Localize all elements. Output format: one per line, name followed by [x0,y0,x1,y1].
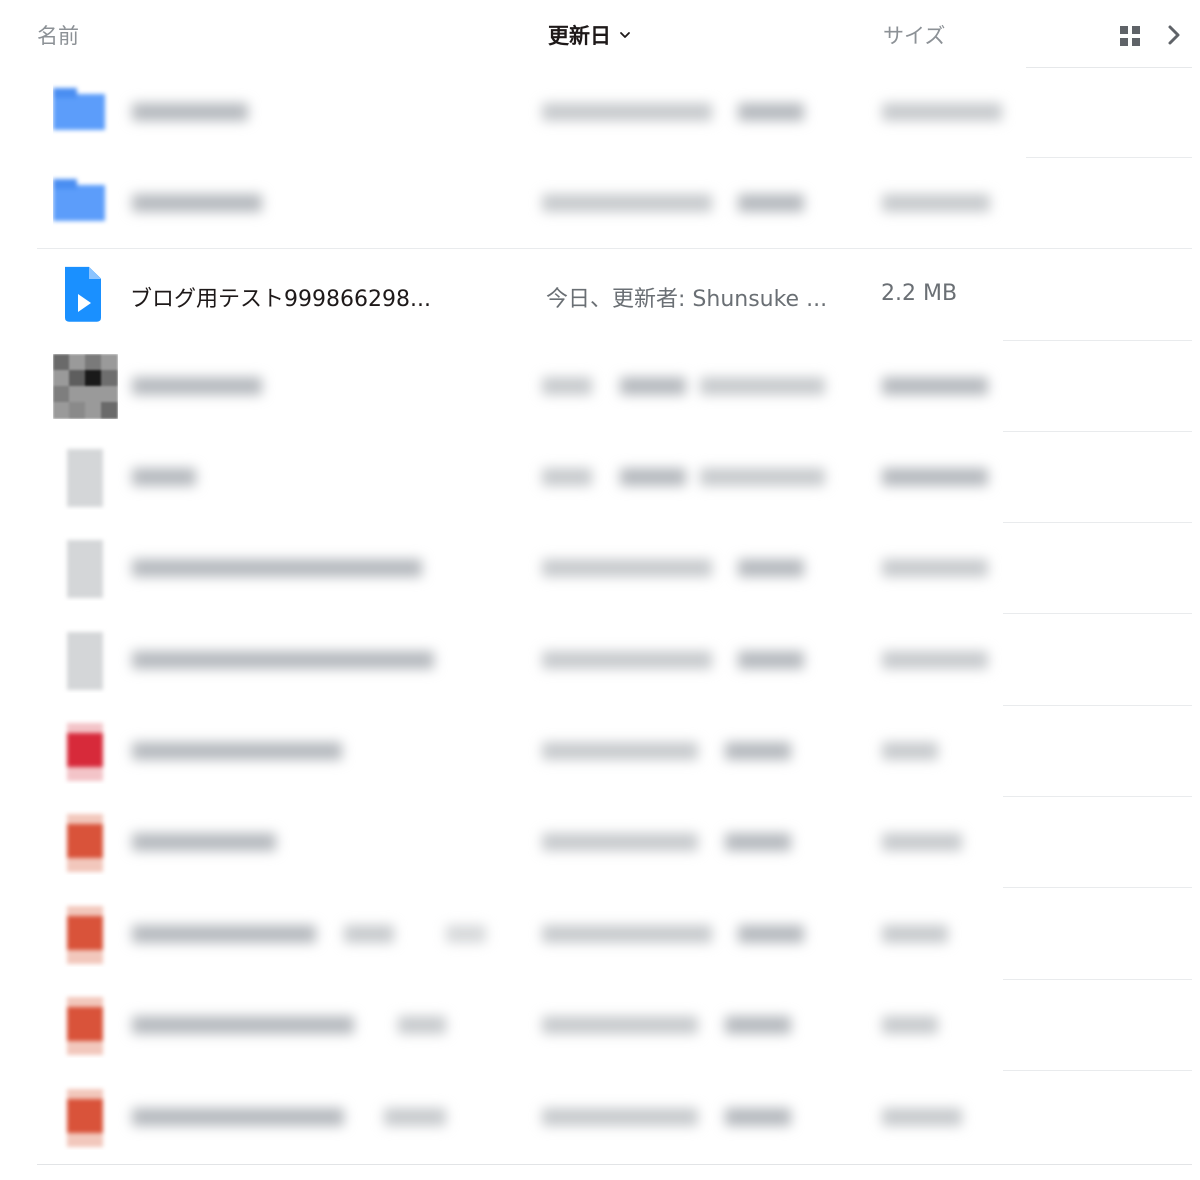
file-icon [67,449,103,507]
list-bottom-divider [37,1164,1192,1165]
redacted-date [542,194,712,212]
pptx-file-icon [67,906,103,964]
redacted-date [542,1016,698,1034]
redacted-size [882,103,1002,121]
redacted-name [132,1108,344,1126]
list-item[interactable] [0,67,1200,158]
list-header: 名前 更新日 サイズ [0,0,1200,68]
redacted-editor [738,651,804,669]
redacted-name [132,1016,354,1034]
redacted-date-part [620,468,686,486]
redacted-size [882,742,938,760]
redacted-size [882,559,988,577]
image-thumbnail-icon [53,354,118,419]
redacted-name [132,833,276,851]
list-item[interactable] [0,615,1200,706]
redacted-date-part [620,377,686,395]
file-icon [67,540,103,598]
grid-view-icon[interactable] [1120,26,1140,46]
redacted-editor [738,103,804,121]
redacted-name [132,377,262,395]
redacted-date [542,651,712,669]
row-divider [1003,887,1192,888]
file-size: 2.2 MB [881,281,958,306]
pptx-file-icon [67,1089,103,1147]
redacted-date [542,1108,698,1126]
list-item[interactable] [0,1072,1200,1163]
redacted-size [882,468,988,486]
column-header-modified-label: 更新日 [548,24,611,48]
list-item[interactable] [0,158,1200,249]
list-item[interactable] [0,341,1200,432]
row-divider [1003,1070,1192,1071]
redacted-name [132,559,422,577]
pdf-file-icon [67,723,103,781]
redacted-name [132,925,316,943]
redacted-editor [725,742,791,760]
redacted-editor [738,194,804,212]
chevron-right-icon[interactable] [1164,24,1184,46]
redacted-date [542,377,592,395]
redacted-date [542,103,712,121]
redacted-name [132,468,196,486]
video-file-icon [65,266,101,322]
redacted-size [882,833,962,851]
column-header-name[interactable]: 名前 [37,20,79,50]
chevron-down-icon[interactable] [619,29,631,41]
redacted-editor [725,833,791,851]
redacted-name-part [344,925,394,943]
redacted-name-part [398,1016,446,1034]
list-item[interactable]: ブログ用テスト999866298... 今日、更新者: Shunsuke ...… [0,250,1200,341]
folder-icon [53,88,105,130]
redacted-name-part [446,925,486,943]
column-header-size[interactable]: サイズ [883,20,945,50]
redacted-date [542,742,698,760]
redacted-size [882,651,988,669]
redacted-editor [725,1016,791,1034]
list-item[interactable] [0,432,1200,523]
column-header-modified[interactable]: 更新日 [548,20,631,50]
redacted-name [132,651,434,669]
redacted-size [882,1108,962,1126]
redacted-name [132,103,248,121]
redacted-size [882,1016,938,1034]
redacted-editor [738,559,804,577]
redacted-date [542,833,698,851]
redacted-name-part [384,1108,446,1126]
list-item[interactable] [0,980,1200,1071]
redacted-editor [700,468,825,486]
row-divider [1003,613,1192,614]
file-modified: 今日、更新者: Shunsuke ... [546,287,828,312]
list-item[interactable] [0,523,1200,614]
redacted-editor [738,925,804,943]
row-divider [37,248,1192,249]
redacted-date [542,925,712,943]
pptx-file-icon [67,997,103,1055]
redacted-date [542,559,712,577]
redacted-name [132,194,262,212]
list-item[interactable] [0,797,1200,888]
redacted-name [132,742,342,760]
redacted-size [882,194,990,212]
redacted-editor [725,1108,791,1126]
file-browser: 名前 更新日 サイズ ブログ用テスト999866298... 今日、更新者: S… [0,0,1200,1180]
file-name[interactable]: ブログ用テスト999866298... [130,281,431,313]
redacted-size [882,925,948,943]
file-icon [67,632,103,690]
redacted-size [882,377,988,395]
list-item[interactable] [0,706,1200,797]
list-item[interactable] [0,889,1200,980]
redacted-editor [700,377,825,395]
redacted-date [542,468,592,486]
pptx-file-icon [67,814,103,872]
folder-icon [53,179,105,221]
